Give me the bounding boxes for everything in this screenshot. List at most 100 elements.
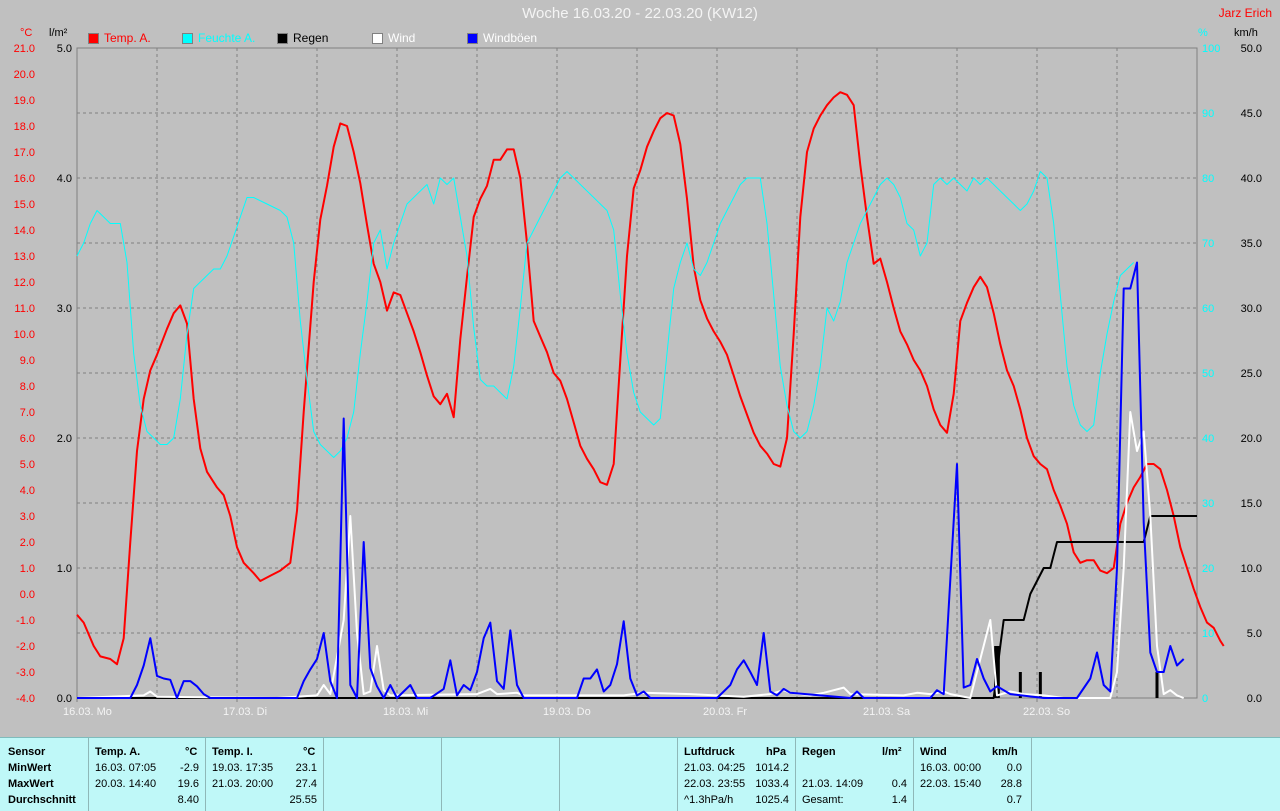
stats-divider [323,738,324,811]
stats-wind-max-value: 28.8 [1000,778,1022,790]
wind-tick-label: 20.0 [1241,433,1262,445]
wind-tick-label: 10.0 [1241,563,1262,575]
stats-wind-max-time: 22.03. 15:40 [920,778,982,790]
legend-temp-a: Temp. A. [88,31,151,45]
stats-min-label: MinWert [8,762,52,774]
temp-tick-label: -2.0 [16,641,35,653]
stats-rain-unit: l/m² [882,746,902,758]
stats-wind-header: Wind [920,746,947,758]
temp-tick-label: 18.0 [14,121,35,133]
stats-divider [795,738,796,811]
temp-tick-label: -3.0 [16,667,35,679]
temp-tick-label: -1.0 [16,615,35,627]
stats-divider [88,738,89,811]
rain-tick-label: 3.0 [57,303,72,315]
stats-rain-total-label: Gesamt: [802,794,844,806]
temp-tick-label: 17.0 [14,147,35,159]
humidity-tick-label: 10 [1202,628,1214,640]
legend-rain: Regen [277,31,328,45]
temp-tick-label: 15.0 [14,199,35,211]
stats-wind-avg: 0.7 [1006,794,1022,806]
x-tick-label: 16.03. Mo [63,706,112,718]
temp-tick-label: 21.0 [14,43,35,55]
wind-tick-label: 0.0 [1247,693,1262,705]
legend-label-temp-a: Temp. A. [104,31,151,45]
wind-tick-label: 30.0 [1241,303,1262,315]
stats-pressure-max-time: 22.03. 23:55 [684,778,746,790]
wind-tick-label: 5.0 [1247,628,1262,640]
legend-swatch-humidity [182,32,193,44]
stats-temp-i-avg: 25.55 [289,794,317,806]
wind-tick-label: 25.0 [1241,368,1262,380]
stats-divider [677,738,678,811]
x-tick-label: 20.03. Fr [703,706,747,718]
stats-avg-label: Durchschnitt [8,794,76,806]
stats-wind-min-time: 16.03. 00:00 [920,762,982,774]
legend-swatch-gusts [467,32,478,44]
stats-temp-i-min-value: 23.1 [295,762,317,774]
weather-chart: 21.0 20.0 19.0 18.0 17.0 16.0 15.0 14.0 13.0 12.0… [14,43,1262,718]
x-tick-label: 22.03. So [1023,706,1070,718]
stats-sensor-header: Sensor [8,746,46,758]
temp-tick-label: 9.0 [20,355,35,367]
stats-temp-a-max-time: 20.03. 14:40 [95,778,157,790]
stats-pressure-unit: hPa [766,746,787,758]
humidity-tick-label: 50 [1202,368,1214,380]
stats-pressure-trend: ^1.3hPa/h [684,794,734,806]
humidity-tick-label: 20 [1202,563,1214,575]
legend-label-gusts: Windböen [483,31,538,45]
temp-tick-label: 10.0 [14,329,35,341]
stats-temp-i-max-value: 27.4 [295,778,317,790]
humidity-tick-label: 40 [1202,433,1214,445]
temp-tick-label: 19.0 [14,95,35,107]
legend-wind: Wind [372,31,415,45]
temp-tick-label: 2.0 [20,537,35,549]
legend-label-wind: Wind [388,31,416,45]
temp-tick-label: 7.0 [20,407,35,419]
wind-tick-label: 45.0 [1241,108,1262,120]
stats-temp-a-max-value: 19.6 [177,778,199,790]
stats-rain-max-time: 21.03. 14:09 [802,778,864,790]
rain-tick-label: 2.0 [57,433,72,445]
stats-temp-a-header: Temp. A. [95,746,141,758]
temp-tick-label: 0.0 [20,589,35,601]
humidity-tick-label: 60 [1202,303,1214,315]
rain-tick-label: 0.0 [57,693,72,705]
stats-pressure-avg-value: 1025.4 [755,794,789,806]
wind-tick-label: 40.0 [1241,173,1262,185]
humidity-tick-label: 90 [1202,108,1214,120]
humidity-unit: % [1198,27,1208,39]
stats-pressure-max-value: 1033.4 [755,778,789,790]
temp-tick-label: -4.0 [16,693,35,705]
stats-pressure-header: Luftdruck [684,746,735,758]
stats-rain-total-value: 1.4 [891,794,907,806]
stats-temp-i-max-time: 21.03. 20:00 [212,778,274,790]
wind-tick-label: 35.0 [1241,238,1262,250]
stats-temp-a-avg: 8.40 [177,794,199,806]
x-tick-label: 17.03. Di [223,706,267,718]
rain-tick-label: 4.0 [57,173,72,185]
stats-divider [205,738,206,811]
stats-divider [559,738,560,811]
humidity-tick-label: 100 [1202,43,1220,55]
legend-swatch-rain [277,32,288,44]
chart-title: Woche 16.03.20 - 22.03.20 (KW12) [522,5,758,22]
stats-divider [913,738,914,811]
temp-tick-label: 5.0 [20,459,35,471]
temp-tick-label: 6.0 [20,433,35,445]
stats-wind-min-value: 0.0 [1006,762,1022,774]
stats-temp-a-min-time: 16.03. 07:05 [95,762,157,774]
temp-tick-label: 3.0 [20,511,35,523]
temp-tick-label: 20.0 [14,69,35,81]
temp-tick-label: 14.0 [14,225,35,237]
temp-tick-label: 12.0 [14,277,35,289]
legend-humidity: Feuchte A. [182,31,255,45]
temp-tick-label: 16.0 [14,173,35,185]
stats-temp-a-min-value: -2.9 [180,762,199,774]
temp-tick-label: 4.0 [20,485,35,497]
legend-label-humidity: Feuchte A. [198,31,256,45]
stats-pressure-min-value: 1014.2 [755,762,789,774]
x-tick-label: 19.03. Do [543,706,591,718]
legend-swatch-wind [372,32,383,44]
wind-tick-label: 15.0 [1241,498,1262,510]
